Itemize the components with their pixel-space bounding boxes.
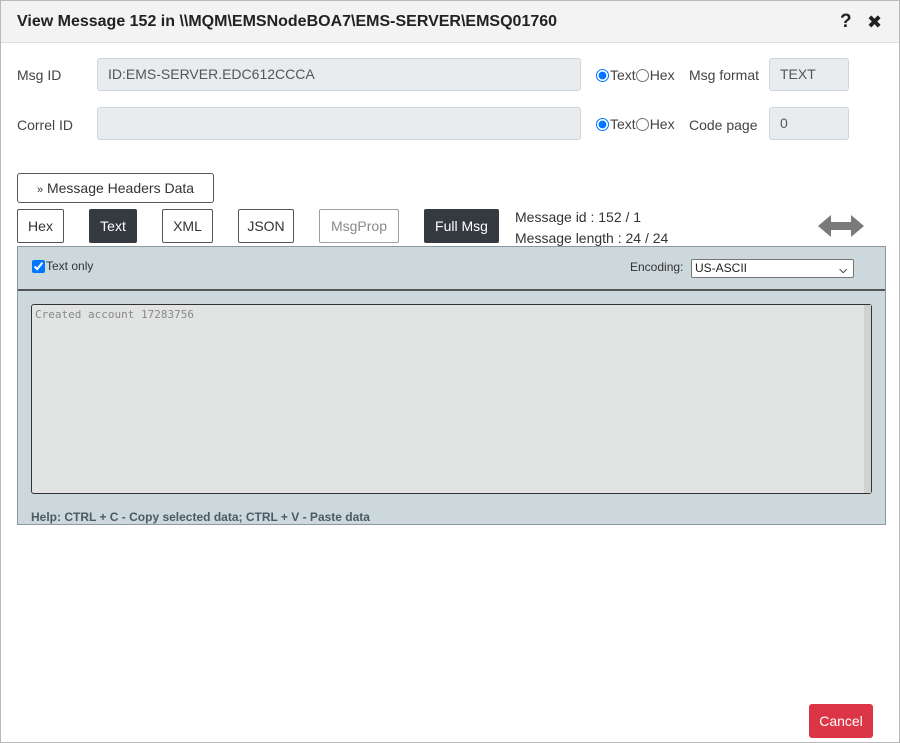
code-page-label: Code page [689, 117, 758, 133]
message-body-textarea[interactable]: Created account 17283756 [31, 304, 872, 494]
help-text: Help: CTRL + C - Copy selected data; CTR… [31, 510, 370, 524]
msgprop-format-button[interactable]: MsgProp [319, 209, 399, 243]
text-only-option: Text only [32, 259, 93, 273]
message-id-info: Message id : 152 / 1 [515, 209, 642, 225]
msg-id-hex-radio-label[interactable]: Hex [650, 67, 675, 83]
encoding-select[interactable]: US-ASCII ⌵ [691, 259, 854, 278]
code-page-field[interactable]: 0 [769, 107, 849, 140]
dialog-titlebar: View Message 152 in \\MQM\EMSNodeBOA7\EM… [1, 1, 899, 43]
text-only-label[interactable]: Text only [46, 259, 93, 273]
msg-id-label: Msg ID [17, 67, 62, 83]
help-icon[interactable]: ? [840, 11, 852, 33]
chevron-down-icon: ⌵ [839, 265, 847, 276]
msg-id-encoding-radios: Text Hex [596, 67, 675, 83]
correl-id-text-radio-label[interactable]: Text [610, 116, 636, 132]
close-icon[interactable]: ✖ [867, 12, 882, 33]
encoding-label: Encoding: [630, 260, 684, 274]
msg-id-text-radio-label[interactable]: Text [610, 67, 636, 83]
double-chevron-down-icon: » [36, 184, 44, 196]
message-length-info: Message length : 24 / 24 [515, 230, 669, 246]
msg-format-label: Msg format [689, 67, 760, 83]
text-format-button[interactable]: Text [89, 209, 137, 243]
message-headers-button[interactable]: » Message Headers Data [17, 173, 214, 203]
view-message-dialog: View Message 152 in \\MQM\EMSNodeBOA7\EM… [0, 0, 900, 743]
panel-divider [18, 289, 885, 291]
text-only-checkbox[interactable] [32, 259, 45, 273]
correl-id-field[interactable] [97, 107, 581, 140]
message-body-text: Created account 17283756 [35, 308, 194, 321]
correl-id-hex-radio-label[interactable]: Hex [650, 116, 675, 132]
xml-format-button[interactable]: XML [162, 209, 213, 243]
message-headers-button-label: Message Headers Data [46, 180, 195, 196]
cancel-button[interactable]: Cancel [809, 704, 873, 738]
encoding-select-value: US-ASCII [695, 261, 748, 275]
msg-id-text-radio[interactable] [596, 68, 609, 82]
horizontal-double-arrow-icon[interactable] [816, 211, 866, 241]
full-msg-button[interactable]: Full Msg [424, 209, 499, 243]
message-content-panel: Text only Encoding: US-ASCII ⌵ Created a… [17, 246, 886, 525]
msg-id-hex-radio[interactable] [635, 68, 649, 82]
message-body-scrollbar[interactable] [864, 305, 871, 493]
correl-id-label: Correl ID [17, 117, 74, 133]
dialog-title: View Message 152 in \\MQM\EMSNodeBOA7\EM… [17, 13, 558, 30]
correl-id-hex-radio[interactable] [635, 117, 649, 131]
msg-format-field[interactable]: TEXT [769, 58, 849, 91]
correl-id-encoding-radios: Text Hex [596, 116, 675, 132]
hex-format-button[interactable]: Hex [17, 209, 64, 243]
json-format-button[interactable]: JSON [238, 209, 294, 243]
msg-id-field[interactable]: ID:EMS-SERVER.EDC612CCCA [97, 58, 581, 91]
correl-id-text-radio[interactable] [596, 117, 609, 131]
